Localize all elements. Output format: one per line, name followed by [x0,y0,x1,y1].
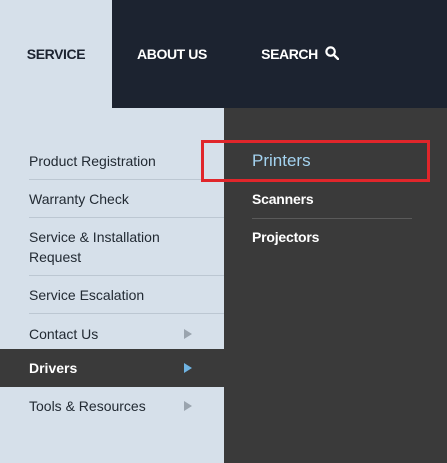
nav-search[interactable]: SEARCH [250,0,350,108]
menu-item-label: Warranty Check [29,191,129,207]
menu-item-contact-us[interactable]: Contact Us [0,324,224,348]
menu-item-service-installation-request[interactable]: Service & Installation Request [0,227,224,275]
menu-item-label-line2: Request [29,249,82,265]
menu-divider [29,275,224,276]
drivers-submenu: Printers Scanners Projectors [224,108,447,463]
menu-item-tools-resources[interactable]: Tools & Resources [0,396,224,420]
service-menu: Product Registration Warranty Check Serv… [0,108,224,463]
submenu-item-scanners[interactable]: Scanners [252,191,314,207]
menu-item-drivers[interactable]: Drivers [0,349,224,387]
chevron-right-icon [184,329,192,339]
search-icon[interactable] [325,46,340,61]
nav-about-us-label: ABOUT US [137,46,207,62]
menu-item-service-escalation[interactable]: Service Escalation [0,285,224,313]
menu-divider [29,217,224,218]
nav-search-label: SEARCH [261,46,318,62]
chevron-right-icon [184,401,192,411]
menu-item-label: Tools & Resources [29,398,146,414]
menu-item-label: Service Escalation [29,287,145,303]
menu-divider [29,313,224,314]
submenu-item-printers[interactable]: Printers [252,151,311,171]
top-navigation-bar: SERVICE ABOUT US SEARCH [0,0,447,108]
menu-divider [29,179,224,180]
menu-item-product-registration[interactable]: Product Registration [0,151,224,179]
submenu-item-projectors[interactable]: Projectors [252,229,319,245]
menu-item-label: Drivers [29,360,78,376]
nav-service[interactable]: SERVICE [0,0,112,108]
menu-item-label: Contact Us [29,326,99,342]
menu-item-warranty-check[interactable]: Warranty Check [0,189,224,217]
nav-service-label: SERVICE [26,46,86,62]
chevron-right-icon [184,363,192,373]
nav-about-us[interactable]: ABOUT US [124,0,220,108]
submenu-divider [252,218,412,219]
menu-item-label: Product Registration [29,153,156,169]
menu-item-label: Service & Installation [29,229,160,245]
